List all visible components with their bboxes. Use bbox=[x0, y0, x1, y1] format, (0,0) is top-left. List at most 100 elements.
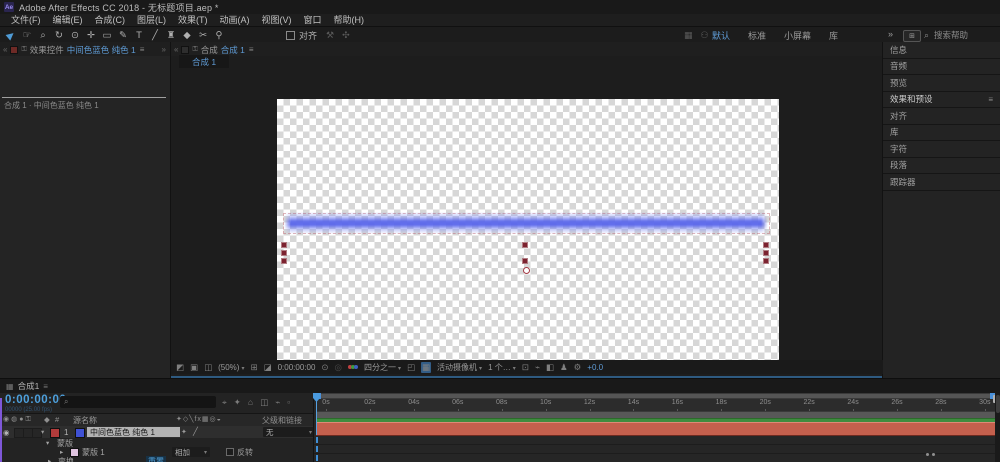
comment-icon[interactable]: ◫ bbox=[204, 362, 212, 373]
shy-switch-icon[interactable]: ✦ bbox=[181, 428, 187, 436]
flowchart-icon[interactable]: ♟ bbox=[560, 362, 568, 373]
eye-icon[interactable]: ◉ bbox=[3, 428, 10, 437]
lock-icon[interactable]: ⚿ bbox=[21, 46, 26, 54]
camera-tool[interactable]: ⊙ bbox=[68, 28, 82, 42]
camera-dropdown[interactable]: 活动摄像机 bbox=[437, 362, 482, 373]
view-layout-dropdown[interactable]: 1 个… bbox=[488, 362, 516, 373]
sidebar-panel-preview[interactable]: 预览 bbox=[883, 75, 1000, 92]
timeline-tab[interactable]: 合成1 bbox=[18, 380, 40, 392]
panel-menu-icon[interactable]: ≡ bbox=[249, 45, 254, 54]
twirl-closed-icon[interactable]: ▸ bbox=[48, 457, 51, 462]
workspace-tab-small-screen[interactable]: 小屏幕 bbox=[784, 29, 811, 42]
eraser-tool[interactable]: ◆ bbox=[180, 28, 194, 42]
snap-option-icon[interactable]: ⚒ bbox=[326, 30, 334, 41]
handle-bottom-left[interactable] bbox=[281, 258, 287, 264]
collapse-icon[interactable]: « bbox=[3, 45, 7, 54]
pixel-aspect-icon[interactable]: ⊡ bbox=[522, 362, 529, 373]
resolution-dropdown[interactable]: 四分之一 bbox=[364, 362, 401, 373]
composition-header[interactable]: « ⚿ 合成 合成 1 ≡ bbox=[171, 42, 882, 56]
always-preview-icon[interactable]: ◩ bbox=[176, 362, 184, 373]
sidebar-panel-tracker[interactable]: 跟踪器 bbox=[883, 174, 1000, 191]
graph-editor-icon[interactable]: ▫ bbox=[287, 397, 290, 408]
roto-brush-tool[interactable]: ✂ bbox=[196, 28, 210, 42]
panel-menu-icon[interactable]: ≡ bbox=[988, 95, 993, 104]
brush-tool[interactable]: ╱ bbox=[148, 28, 162, 42]
sidebar-panel-audio[interactable]: 音频 bbox=[883, 59, 1000, 76]
mask-mode-dropdown[interactable]: 相加 bbox=[172, 447, 210, 457]
sidebar-panel-effects-presets[interactable]: 效果和预设 ≡ bbox=[883, 92, 1000, 109]
rotation-tool[interactable]: ↻ bbox=[52, 28, 66, 42]
menu-item[interactable]: 合成(C) bbox=[89, 14, 132, 26]
workspace-tab-libraries[interactable]: 库 bbox=[829, 29, 838, 42]
selection-tool[interactable]: ▶ bbox=[4, 28, 18, 42]
menu-item[interactable]: 编辑(E) bbox=[47, 14, 89, 26]
timeline-search[interactable]: ⌕ bbox=[60, 396, 216, 408]
transform-reset-link[interactable]: 重置 bbox=[146, 456, 166, 462]
sidebar-panel-paragraph[interactable]: 段落 bbox=[883, 158, 1000, 175]
puppet-pin-tool[interactable]: ⚲ bbox=[212, 28, 226, 42]
effect-controls-header[interactable]: « ⚿ 效果控件 中间色蓝色 纯色 1 ≡ bbox=[0, 42, 170, 56]
help-search-input[interactable] bbox=[932, 29, 996, 41]
import-icon[interactable]: ▦ bbox=[684, 30, 693, 41]
type-tool[interactable]: T bbox=[132, 28, 146, 42]
clone-stamp-tool[interactable]: ♜ bbox=[164, 28, 178, 42]
twirl-closed-icon[interactable]: ▸ bbox=[60, 448, 63, 456]
collapse-icon[interactable]: « bbox=[174, 45, 178, 54]
transform-row[interactable]: ▸ 变换 重置 bbox=[0, 457, 313, 462]
magnification-dropdown[interactable]: (50%) bbox=[218, 363, 244, 372]
menu-item[interactable]: 视图(V) bbox=[256, 14, 298, 26]
handle-top-right[interactable] bbox=[763, 242, 769, 248]
label-color-swatch[interactable] bbox=[50, 428, 60, 438]
region-of-interest-icon[interactable]: ◰ bbox=[407, 362, 415, 373]
pen-tool[interactable]: ✎ bbox=[116, 28, 130, 42]
composition-viewer[interactable] bbox=[171, 68, 882, 360]
people-icon[interactable]: ⚇ bbox=[701, 30, 709, 41]
mask-visibility-icon[interactable]: ◪ bbox=[264, 362, 272, 373]
window-icon[interactable]: ▣ bbox=[190, 362, 198, 373]
sidebar-panel-info[interactable]: 信息 bbox=[883, 42, 1000, 59]
pan-behind-tool[interactable]: ✛ bbox=[84, 28, 98, 42]
viewer-tab-comp1[interactable]: 合成 1 bbox=[179, 55, 229, 68]
sidebar-panel-character[interactable]: 字符 bbox=[883, 141, 1000, 158]
exposure-gear-icon[interactable]: ⚙ bbox=[574, 362, 582, 373]
draft-3d-icon[interactable]: ✦ bbox=[234, 397, 241, 408]
menu-item[interactable]: 效果(T) bbox=[172, 14, 214, 26]
workspace-overflow-icon[interactable]: » bbox=[888, 29, 893, 39]
workspace-manager-icon[interactable]: ⊞ bbox=[903, 30, 921, 42]
snap-checkbox[interactable] bbox=[286, 31, 295, 40]
current-timecode[interactable]: 0:00:00:00 bbox=[5, 394, 66, 406]
menu-item[interactable]: 窗口 bbox=[298, 14, 328, 26]
shape-tool[interactable]: ▭ bbox=[100, 28, 114, 42]
menu-item[interactable]: 文件(F) bbox=[5, 14, 47, 26]
panel-menu-icon[interactable]: ≡ bbox=[140, 45, 145, 54]
hand-tool[interactable]: ☞ bbox=[20, 28, 34, 42]
twirl-open-icon[interactable]: ▾ bbox=[46, 439, 49, 447]
quality-switch-icon[interactable]: ╱ bbox=[193, 427, 198, 436]
layer-duration-bar[interactable] bbox=[316, 422, 996, 436]
comp-mini-flowchart-icon[interactable]: ⌖ bbox=[222, 397, 227, 408]
frame-blend-icon[interactable]: ◫ bbox=[260, 397, 268, 408]
fast-previews-icon[interactable]: ⌁ bbox=[535, 362, 540, 373]
composition-canvas[interactable] bbox=[277, 99, 779, 360]
lock-icon[interactable]: ⚿ bbox=[192, 46, 197, 54]
layer-name[interactable]: 中间色蓝色 纯色 1 bbox=[87, 427, 180, 437]
menu-item[interactable]: 帮助(H) bbox=[328, 14, 371, 26]
snapshot-icon[interactable]: ⊙ bbox=[321, 362, 328, 373]
motion-blur-icon[interactable]: ⌁ bbox=[275, 397, 280, 408]
menu-item[interactable]: 图层(L) bbox=[131, 14, 172, 26]
zoom-tool[interactable]: ⌕ bbox=[36, 28, 50, 42]
sidebar-panel-align[interactable]: 对齐 bbox=[883, 108, 1000, 125]
menu-item[interactable]: 动画(A) bbox=[214, 14, 256, 26]
sidebar-panel-libraries[interactable]: 库 bbox=[883, 125, 1000, 142]
masks-group-row[interactable]: ▾ 蒙版 bbox=[0, 439, 313, 448]
solid-color-swatch[interactable] bbox=[75, 428, 85, 438]
channels-icon[interactable] bbox=[348, 365, 358, 369]
handle-mid-left[interactable] bbox=[281, 250, 287, 256]
handle-bottom-right[interactable] bbox=[763, 258, 769, 264]
transparency-grid-icon[interactable]: ▦ bbox=[421, 362, 431, 373]
layer-twirl-icon[interactable]: ▾ bbox=[41, 428, 44, 436]
viewer-timecode[interactable]: 0:00:00:00 bbox=[278, 363, 316, 372]
blue-solid-layer[interactable] bbox=[284, 212, 768, 234]
hide-shy-icon[interactable]: ⌂ bbox=[248, 397, 253, 408]
grid-options-icon[interactable]: ⊞ bbox=[250, 362, 257, 373]
